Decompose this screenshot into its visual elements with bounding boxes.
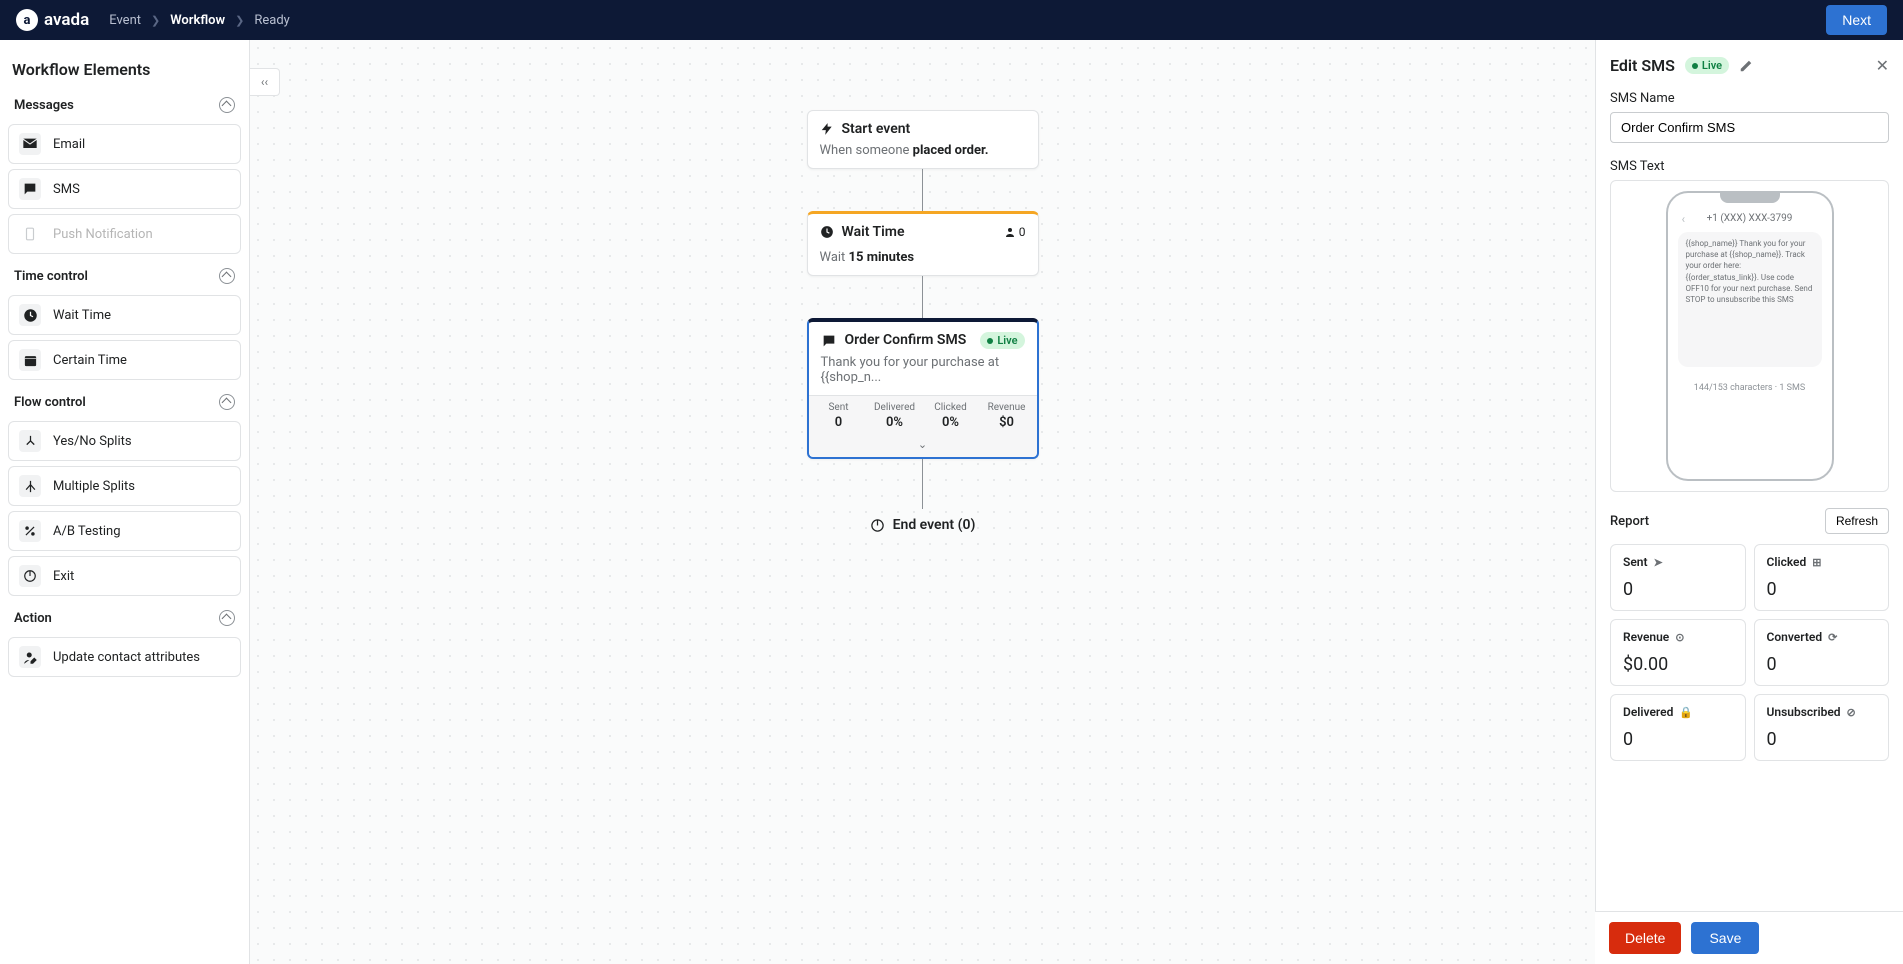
close-icon[interactable]: ✕ — [1876, 56, 1889, 75]
edit-panel: ✕ Edit SMS Live SMS Name SMS Text ‹ +1 (… — [1595, 40, 1903, 964]
edit-icon[interactable] — [1739, 58, 1753, 74]
workflow-canvas[interactable]: ‹‹ Start event When someone placed order… — [250, 40, 1595, 964]
power-icon — [870, 517, 885, 533]
end-event-node[interactable]: End event (0) — [870, 509, 976, 541]
section-flow: Flow control — [8, 390, 241, 416]
top-bar: a avada Event ❯ Workflow ❯ Ready Next — [0, 0, 1903, 40]
section-time: Time control — [8, 264, 241, 290]
collapse-icon[interactable] — [219, 268, 235, 284]
next-button[interactable]: Next — [1826, 5, 1887, 35]
collapse-icon[interactable] — [219, 394, 235, 410]
live-badge: Live — [980, 332, 1024, 349]
report-revenue: Revenue⊙ $0.00 — [1610, 619, 1746, 686]
sms-text-label: SMS Text — [1610, 159, 1889, 174]
refresh-button[interactable]: Refresh — [1825, 508, 1889, 534]
convert-icon: ⟳ — [1828, 631, 1837, 644]
wait-time-node[interactable]: Wait Time 0 Wait 15 minutes — [807, 211, 1039, 276]
percent-icon — [19, 520, 41, 542]
click-icon: ⊞ — [1812, 556, 1821, 569]
panel-title: Edit SMS — [1610, 56, 1675, 75]
live-badge: Live — [1685, 57, 1729, 74]
phone-back-icon: ‹ — [1682, 212, 1686, 226]
sms-icon — [821, 332, 837, 348]
elements-sidebar: Workflow Elements Messages Email SMS Pus… — [0, 40, 250, 964]
phone-number: +1 (XXX) XXX-3799 — [1707, 213, 1793, 224]
sms-icon — [19, 178, 41, 200]
breadcrumb-event[interactable]: Event — [109, 13, 141, 28]
element-wait-time[interactable]: Wait Time — [8, 295, 241, 335]
sms-name-input[interactable] — [1610, 112, 1889, 143]
element-sms[interactable]: SMS — [8, 169, 241, 209]
element-yesno[interactable]: Yes/No Splits — [8, 421, 241, 461]
report-label: Report — [1610, 514, 1649, 529]
report-delivered: Delivered🔒 0 — [1610, 694, 1746, 761]
split-icon — [19, 430, 41, 452]
section-messages: Messages — [8, 93, 241, 119]
calendar-icon — [19, 349, 41, 371]
char-count: 144/153 characters · 1 SMS — [1674, 367, 1826, 393]
logo[interactable]: a avada — [16, 9, 89, 31]
user-edit-icon — [19, 646, 41, 668]
section-action: Action — [8, 606, 241, 632]
report-converted: Converted⟳ 0 — [1754, 619, 1890, 686]
power-icon — [19, 565, 41, 587]
report-clicked: Clicked⊞ 0 — [1754, 544, 1890, 611]
element-exit[interactable]: Exit — [8, 556, 241, 596]
element-ab[interactable]: A/B Testing — [8, 511, 241, 551]
collapse-icon[interactable] — [219, 97, 235, 113]
sidebar-title: Workflow Elements — [12, 60, 241, 79]
bolt-icon — [820, 121, 834, 137]
save-button[interactable]: Save — [1691, 922, 1759, 954]
report-sent: Sent➤ 0 — [1610, 544, 1746, 611]
chevron-right-icon: ❯ — [151, 14, 160, 27]
send-icon: ➤ — [1654, 556, 1663, 569]
start-event-node[interactable]: Start event When someone placed order. — [807, 110, 1039, 169]
chevron-right-icon: ❯ — [235, 14, 244, 27]
panel-footer: Delete Save — [1595, 911, 1903, 964]
sms-preview: ‹ +1 (XXX) XXX-3799 {{shop_name}} Thank … — [1610, 180, 1889, 492]
breadcrumb-ready[interactable]: Ready — [254, 13, 289, 28]
logo-text: avada — [44, 10, 89, 30]
chevron-down-icon[interactable]: ⌄ — [809, 438, 1037, 457]
multisplit-icon — [19, 475, 41, 497]
unsub-icon: ⊘ — [1847, 706, 1856, 719]
sms-name-label: SMS Name — [1610, 91, 1889, 106]
lock-icon: 🔒 — [1679, 706, 1693, 719]
sms-node[interactable]: Order Confirm SMS Live Thank you for you… — [807, 318, 1039, 459]
element-email[interactable]: Email — [8, 124, 241, 164]
element-update-contact[interactable]: Update contact attributes — [8, 637, 241, 677]
clock-icon — [820, 224, 834, 240]
people-count: 0 — [1004, 225, 1026, 239]
element-multisplit[interactable]: Multiple Splits — [8, 466, 241, 506]
report-unsubscribed: Unsubscribed⊘ 0 — [1754, 694, 1890, 761]
logo-icon: a — [16, 9, 38, 31]
clock-icon — [19, 304, 41, 326]
collapse-icon[interactable] — [219, 610, 235, 626]
breadcrumb-workflow[interactable]: Workflow — [170, 13, 225, 28]
collapse-sidebar-button[interactable]: ‹‹ — [250, 68, 280, 96]
breadcrumbs: Event ❯ Workflow ❯ Ready — [109, 13, 290, 28]
message-bubble: {{shop_name}} Thank you for your purchas… — [1678, 232, 1822, 367]
push-icon — [19, 223, 41, 245]
dollar-icon: ⊙ — [1675, 631, 1684, 644]
element-certain-time[interactable]: Certain Time — [8, 340, 241, 380]
element-push: Push Notification — [8, 214, 241, 254]
email-icon — [19, 133, 41, 155]
delete-button[interactable]: Delete — [1609, 922, 1681, 954]
